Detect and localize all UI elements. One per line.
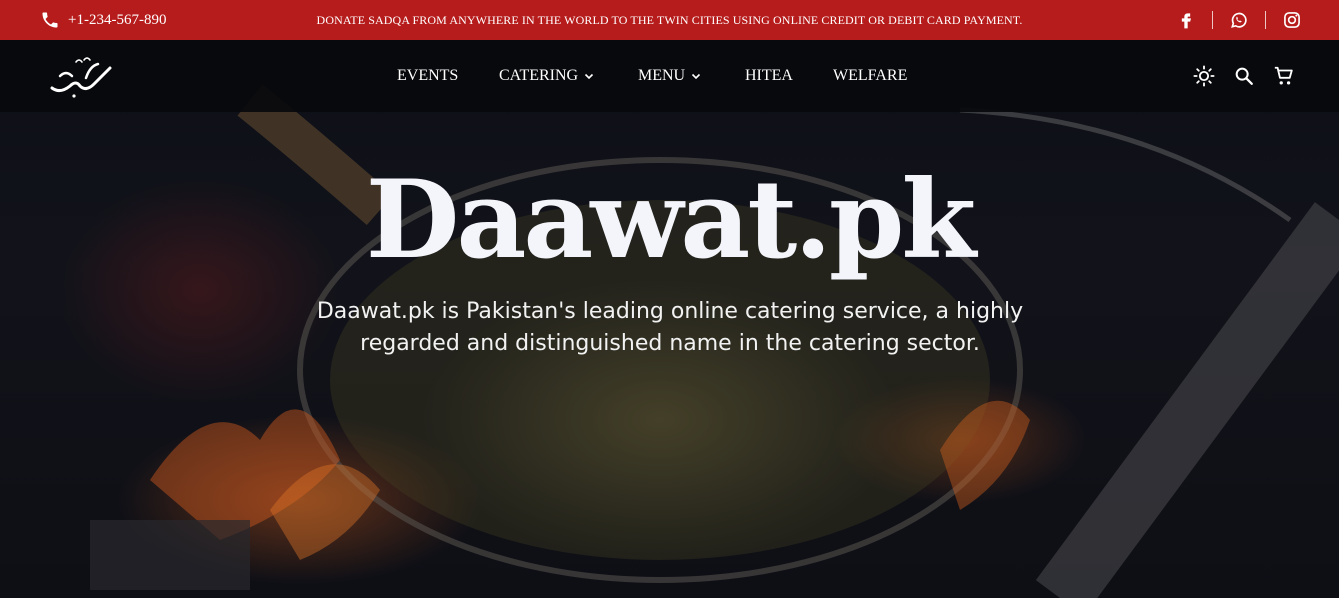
divider — [1212, 11, 1213, 29]
social-links — [1175, 0, 1303, 40]
hero-description: Daawat.pk is Pakistan's leading online c… — [316, 299, 1024, 356]
search-icon — [1235, 67, 1253, 85]
nav-item-label: WELFARE — [833, 67, 908, 84]
theme-toggle-button[interactable] — [1193, 65, 1215, 87]
cart-button[interactable] — [1273, 65, 1295, 87]
nav-item-hitea[interactable]: HITEA — [745, 40, 793, 112]
primary-nav: EVENTS CATERING MENU HITEA WELFARE — [0, 40, 1339, 112]
nav-item-catering[interactable]: CATERING — [499, 40, 594, 112]
chevron-down-icon — [692, 73, 701, 80]
facebook-icon — [1181, 13, 1191, 29]
facebook-link[interactable] — [1175, 9, 1197, 31]
instagram-icon — [1284, 12, 1300, 28]
theme-toggle-icon — [1193, 65, 1215, 87]
instagram-link[interactable] — [1281, 9, 1303, 31]
donation-notice: DONATE SADQA FROM ANYWHERE IN THE WORLD … — [316, 12, 1023, 27]
search-button[interactable] — [1233, 65, 1255, 87]
main-navbar: EVENTS CATERING MENU HITEA WELFARE — [0, 40, 1339, 112]
nav-item-label: MENU — [638, 67, 686, 84]
divider — [1265, 11, 1266, 29]
nav-item-welfare[interactable]: WELFARE — [833, 40, 907, 112]
nav-item-events[interactable]: EVENTS — [397, 40, 458, 112]
nav-item-label: HITEA — [745, 67, 793, 84]
nav-item-menu[interactable]: MENU — [638, 40, 701, 112]
cart-icon — [1274, 66, 1293, 85]
nav-item-label: CATERING — [499, 67, 579, 84]
nav-actions — [1193, 40, 1295, 112]
whatsapp-icon — [1231, 12, 1247, 28]
nav-item-label: EVENTS — [397, 67, 459, 84]
whatsapp-link[interactable] — [1228, 9, 1250, 31]
announcement-bar: +1-234-567-890 DONATE SADQA FROM ANYWHER… — [0, 0, 1339, 40]
chevron-down-icon — [585, 73, 594, 80]
hero-title: Daawat.pk — [365, 157, 976, 283]
